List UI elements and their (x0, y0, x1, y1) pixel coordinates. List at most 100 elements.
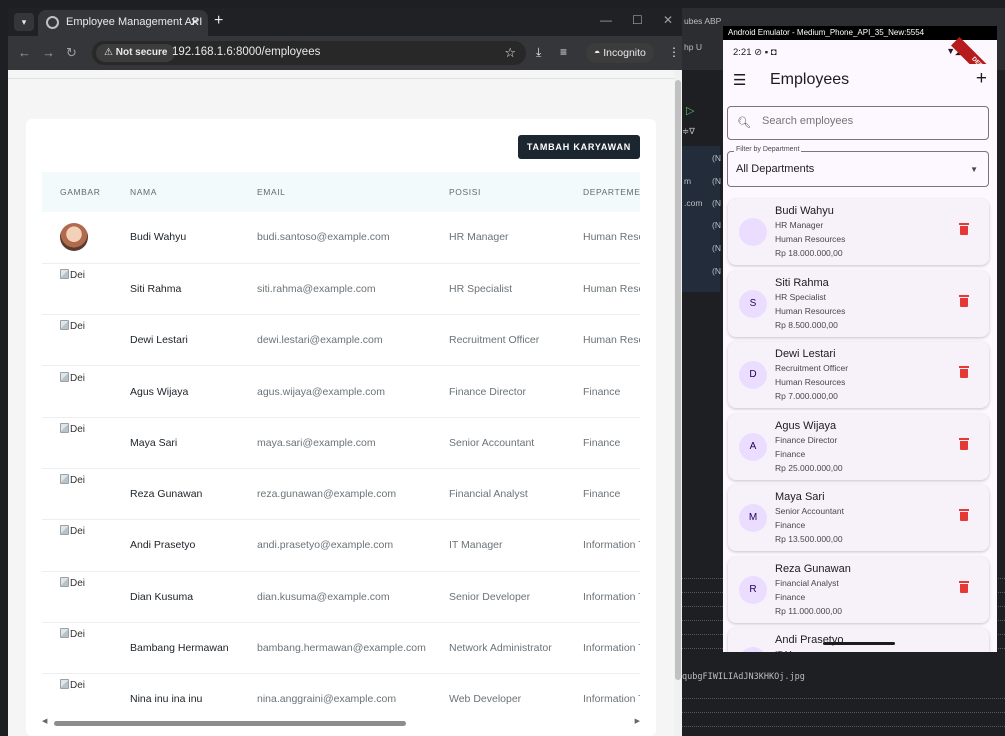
table-row[interactable]: Budi Wahyu budi.santoso@example.com HR Man… (42, 212, 640, 264)
android-emulator: Android Emulator - Medium_Phone_API_35_N… (723, 26, 997, 652)
table-row[interactable]: Dei Andi Prasetyo andi.prasetyo@example.co… (42, 520, 640, 572)
address-bar[interactable]: ⚠ Not secure 192.168.1.6:8000/employees … (92, 41, 526, 65)
cell-email: dian.kusuma@example.com (257, 590, 390, 603)
col-header-department: DEPARTEMEN (583, 187, 640, 197)
employee-name: Budi Wahyu (775, 205, 834, 217)
app-body[interactable]: 🔍︎ Filter by Department All Departments … (723, 98, 997, 652)
cell-department: Information T (583, 693, 640, 706)
add-employee-button[interactable]: TAMBAH KARYAWAN (518, 135, 640, 159)
employee-salary: Rp 13.500.000,00 (775, 534, 843, 544)
cell-name: Budi Wahyu (130, 231, 187, 244)
delete-icon[interactable] (959, 437, 969, 450)
tab-employee-management[interactable]: Employee Management API ✕ (38, 10, 208, 36)
add-icon[interactable]: + (976, 68, 987, 90)
table-row[interactable]: Dei Reza Gunawan reza.gunawan@example.com F… (42, 468, 640, 520)
globe-icon (46, 16, 59, 29)
delete-icon[interactable] (959, 223, 969, 235)
more-menu-icon[interactable]: ⋮ (668, 45, 680, 59)
cell-position: HR Manager (449, 231, 509, 244)
minimize-icon[interactable]: — (600, 13, 612, 27)
reading-list-icon[interactable]: ≡ (560, 45, 567, 59)
cell-image: Dei (42, 674, 112, 712)
employee-card[interactable]: A Agus Wijaya Finance Director Finance Rp 25… (728, 413, 989, 480)
employee-card[interactable]: R Reza Gunawan Financial Analyst Finance Rp … (728, 556, 989, 623)
employee-position: HR Manager (775, 220, 824, 230)
ide-tree-text: m (684, 176, 692, 186)
maximize-icon[interactable]: ☐ (632, 13, 643, 27)
scroll-right-icon[interactable]: ▶ (635, 717, 640, 725)
reload-icon[interactable]: ↻ (66, 45, 77, 61)
table-row[interactable]: Dei Maya Sari maya.sari@example.com Senior … (42, 417, 640, 469)
employee-position: HR Specialist (775, 291, 827, 302)
broken-image: Dei (60, 320, 85, 332)
tab-search-button[interactable]: ▾ (14, 13, 34, 31)
table-row[interactable]: Dei Siti Rahma siti.rahma@example.com HR Sp… (42, 263, 640, 315)
employee-avatar: A (739, 647, 767, 652)
broken-image-icon (60, 371, 69, 382)
broken-image-icon (60, 628, 69, 639)
vertical-scrollbar[interactable] (674, 70, 682, 736)
run-icon[interactable]: ▷ (686, 104, 694, 117)
delete-icon[interactable] (959, 509, 969, 521)
home-gesture-bar[interactable] (823, 642, 895, 645)
cell-department: Information T (583, 539, 640, 552)
ide-tree-text: (N (712, 198, 721, 208)
back-icon[interactable]: ← (18, 45, 31, 60)
close-tab-icon[interactable]: ✕ (190, 15, 200, 29)
download-icon[interactable]: ⤓ (536, 45, 541, 60)
search-field[interactable]: 🔍︎ (727, 106, 989, 140)
vertical-scroll-thumb[interactable] (675, 80, 681, 680)
bookmark-star-icon[interactable]: ☆ (504, 45, 516, 61)
cell-department: Human Reso (583, 231, 640, 244)
table-row[interactable]: Dei Bambang Hermawan bambang.hermawan@exam… (42, 622, 640, 674)
url-text[interactable]: 192.168.1.6:8000/employees (172, 46, 320, 58)
department-filter-dropdown[interactable]: Filter by Department All Departments ▼ (727, 146, 989, 187)
forward-icon[interactable]: → (42, 45, 55, 60)
table-row[interactable]: Dei Nina inu ina inu nina.anggraini@exampl… (42, 674, 640, 712)
cell-image: Dei (42, 315, 112, 366)
not-secure-badge[interactable]: ⚠ Not secure (96, 44, 176, 62)
table-row[interactable]: Dei Agus Wijaya agus.wijaya@example.com Fin… (42, 366, 640, 418)
delete-icon[interactable] (959, 580, 969, 593)
table-row[interactable]: Dei Dian Kusuma dian.kusuma@example.com Sen… (42, 571, 640, 623)
cell-name: Bambang Hermawan (130, 642, 229, 655)
emulator-title: Android Emulator - Medium_Phone_API_35_N… (723, 26, 997, 40)
cell-department: Human Reso (583, 334, 640, 347)
horizontal-scrollbar[interactable]: ◀ ▶ (42, 718, 640, 728)
cell-image: Dei (42, 468, 112, 519)
employee-salary: Rp 7.000.000,00 (775, 391, 838, 401)
employee-card[interactable]: D Dewi Lestari Recruitment Officer Human Re… (728, 342, 989, 408)
table-container[interactable]: GAMBAR NAMA EMAIL POSISI DEPARTEMEN Budi… (42, 172, 640, 712)
incognito-label: Incognito (603, 47, 646, 59)
broken-image-alt: Dei (70, 526, 86, 538)
cell-department: Finance (583, 436, 621, 449)
employee-position: Finance Director (775, 434, 838, 445)
delete-icon[interactable] (959, 294, 969, 307)
delete-icon[interactable] (959, 366, 969, 378)
employee-card[interactable]: S Siti Rahma HR Specialist Human Resources R… (728, 270, 989, 337)
new-tab-button[interactable]: + (214, 12, 223, 30)
cell-position: Network Administrator (449, 642, 552, 655)
table-row[interactable]: Dei Dewi Lestari dewi.lestari@example.com R… (42, 315, 640, 366)
ide-tree-text: (N (712, 153, 721, 163)
broken-image: Dei (60, 628, 85, 640)
close-window-icon[interactable]: ✕ (663, 13, 673, 27)
employee-card[interactable]: Budi Wahyu HR Manager Human Resources Rp 18… (728, 199, 989, 265)
scroll-thumb[interactable] (54, 721, 406, 726)
cell-department: Information T (583, 642, 640, 655)
dotted-line (682, 698, 1005, 699)
employee-department: Human Resources (775, 234, 846, 244)
scroll-left-icon[interactable]: ◀ (42, 717, 47, 725)
employee-name: Reza Gunawan (775, 562, 851, 575)
employee-salary: Rp 8.500.000,00 (775, 319, 838, 330)
menu-icon[interactable]: ☰ (733, 71, 746, 89)
employee-card[interactable]: M Maya Sari Senior Accountant Finance Rp 13.… (728, 485, 989, 551)
search-input[interactable] (762, 115, 972, 127)
browser-toolbar: ← → ↻ ⚠ Not secure 192.168.1.6:8000/empl… (8, 36, 682, 70)
employee-card[interactable]: AAndi PrasetyoIT Manager (728, 628, 989, 652)
cell-department: Finance (583, 488, 621, 501)
broken-image-alt: Dei (70, 372, 86, 384)
incognito-badge[interactable]: ◓ Incognito (586, 43, 654, 63)
filter-icon[interactable]: ≑∇ (682, 126, 695, 137)
page-viewport: TAMBAH KARYAWAN GAMBAR NAMA EMAIL POSISI… (8, 70, 682, 736)
